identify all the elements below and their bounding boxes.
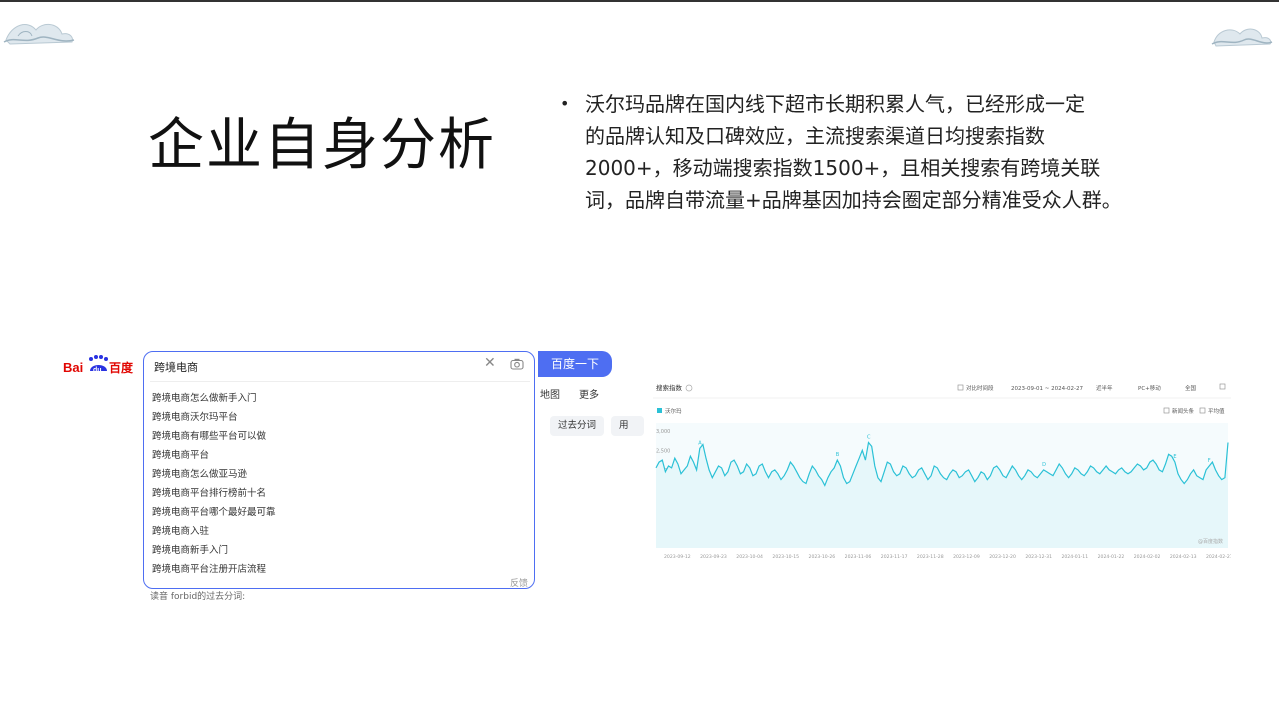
suggestion-item[interactable]: 跨境电商有哪些平台可以做 xyxy=(152,428,266,442)
average-checkbox[interactable] xyxy=(1199,407,1206,414)
search-index-chart-panel: 搜索指数 对比时间段 2023-09-01 ~ 2024-02-27 近半年 P… xyxy=(653,378,1233,568)
svg-text:百度: 百度 xyxy=(109,360,134,375)
suggestion-item[interactable]: 跨境电商平台 xyxy=(152,447,209,461)
legend-swatch xyxy=(657,408,662,413)
divider xyxy=(150,381,530,382)
suggestion-item[interactable]: 跨境电商沃尔玛平台 xyxy=(152,409,238,423)
watermark: @百度指数 xyxy=(1198,538,1223,545)
bullet-dot: • xyxy=(560,94,570,113)
y-tick-label: 3,000 xyxy=(656,429,670,435)
event-marker-C[interactable]: C xyxy=(867,435,871,441)
bullet-line-3: 2000+，移动端搜索指数1500+，且相关搜索有跨境关联 xyxy=(585,156,1101,180)
tag-pill[interactable]: 用法 xyxy=(611,416,644,436)
x-tick-label: 2024-02-13 xyxy=(1170,554,1197,560)
baidu-search-button[interactable]: 百度一下 xyxy=(538,351,612,377)
x-tick-label: 2023-10-04 xyxy=(736,554,763,560)
x-tick-label: 2024-02-02 xyxy=(1134,554,1161,560)
x-tick-label: 2023-10-26 xyxy=(809,554,836,560)
average-option-label[interactable]: 平均值 xyxy=(1208,407,1225,415)
suggestion-item[interactable]: 跨境电商入驻 xyxy=(152,523,209,537)
tag-pill[interactable]: 过去分词 xyxy=(550,416,605,436)
event-marker-B[interactable]: B xyxy=(836,452,840,458)
result-snippet: 读音 forbid的过去分词: xyxy=(150,592,246,602)
bullet-line-1: 沃尔玛品牌在国内线下超市长期积累人气，已经形成一定 xyxy=(585,92,1085,116)
x-tick-label: 2023-11-28 xyxy=(917,554,944,560)
cloud-decoration-right xyxy=(1211,28,1273,47)
bullet-paragraph: • 沃尔玛品牌在国内线下超市长期积累人气，已经形成一定 的品牌认知及口碑效应，主… xyxy=(560,88,1220,216)
x-tick-label: 2024-01-11 xyxy=(1061,554,1088,560)
suggestion-item[interactable]: 跨境电商新手入门 xyxy=(152,542,228,556)
share-icon[interactable] xyxy=(1219,383,1226,390)
top-border-line xyxy=(0,0,1279,2)
cloud-decoration-left xyxy=(3,24,75,45)
x-tick-label: 2023-11-17 xyxy=(881,554,908,560)
bullet-line-2: 的品牌认知及口碑效应，主流搜索渠道日均搜索指数 xyxy=(585,124,1045,148)
x-tick-label: 2023-12-31 xyxy=(1025,554,1052,560)
more-link[interactable]: 更多 xyxy=(579,386,599,401)
svg-text:du: du xyxy=(93,367,102,374)
suggestion-item[interactable]: 跨境电商平台哪个最好最可靠 xyxy=(152,504,276,518)
event-marker-A[interactable]: A xyxy=(698,440,702,446)
date-range[interactable]: 2023-09-01 ~ 2024-02-27 xyxy=(1011,386,1084,392)
suggestion-item[interactable]: 跨境电商平台注册开店流程 xyxy=(152,561,266,575)
slide-title: 企业自身分析 xyxy=(148,113,496,178)
search-input[interactable]: 跨境电商 xyxy=(154,359,198,375)
event-marker-E[interactable]: E xyxy=(1173,454,1176,460)
legend-label: 沃尔玛 xyxy=(665,407,682,415)
event-marker-D[interactable]: D xyxy=(1042,462,1046,468)
baidu-logo[interactable]: Bai du 百度 xyxy=(63,353,135,377)
help-icon[interactable] xyxy=(685,384,693,392)
suggestion-item[interactable]: 跨境电商怎么做亚马逊 xyxy=(152,466,247,480)
x-tick-label: 2023-12-09 xyxy=(953,554,980,560)
event-marker-F[interactable]: F xyxy=(1208,458,1211,464)
compare-checkbox[interactable] xyxy=(957,384,964,391)
clear-icon[interactable]: ✕ xyxy=(484,355,496,371)
camera-icon[interactable] xyxy=(510,358,524,370)
x-tick-label: 2023-09-12 xyxy=(664,554,691,560)
search-index-chart: 搜索指数 对比时间段 2023-09-01 ~ 2024-02-27 近半年 P… xyxy=(653,383,1233,560)
suggestion-item[interactable]: 跨境电商怎么做新手入门 xyxy=(152,390,257,404)
period-select[interactable]: 近半年 xyxy=(1096,384,1113,392)
chart-panel-title: 搜索指数 xyxy=(656,383,683,392)
region-select[interactable]: 全国 xyxy=(1185,384,1197,392)
feedback-link[interactable]: 反馈 xyxy=(510,576,528,589)
device-select[interactable]: PC+移动 xyxy=(1138,384,1161,392)
compare-label[interactable]: 对比时间段 xyxy=(966,384,994,392)
x-tick-label: 2024-02-27 xyxy=(1206,554,1231,560)
map-link[interactable]: 地图 xyxy=(540,386,560,401)
news-option-label[interactable]: 新闻头条 xyxy=(1172,407,1195,415)
x-tick-label: 2023-11-06 xyxy=(845,554,872,560)
x-tick-label: 2023-10-15 xyxy=(772,554,799,560)
svg-text:Bai: Bai xyxy=(63,360,83,375)
x-tick-label: 2023-09-23 xyxy=(700,554,727,560)
y-tick-label: 2,500 xyxy=(656,448,670,454)
x-tick-label: 2024-01-22 xyxy=(1098,554,1125,560)
baidu-search-screenshot: Bai du 百度 跨境电商 ✕ 跨境电商怎么做新手入门 跨境电商沃尔玛平台 跨… xyxy=(60,345,644,605)
news-checkbox[interactable] xyxy=(1163,407,1170,414)
suggestion-item[interactable]: 跨境电商平台排行榜前十名 xyxy=(152,485,266,499)
x-tick-label: 2023-12-20 xyxy=(989,554,1016,560)
bullet-line-4: 词，品牌自带流量+品牌基因加持会圈定部分精准受众人群。 xyxy=(585,188,1122,212)
search-dropdown[interactable]: 跨境电商 ✕ 跨境电商怎么做新手入门 跨境电商沃尔玛平台 跨境电商有哪些平台可以… xyxy=(143,351,535,589)
